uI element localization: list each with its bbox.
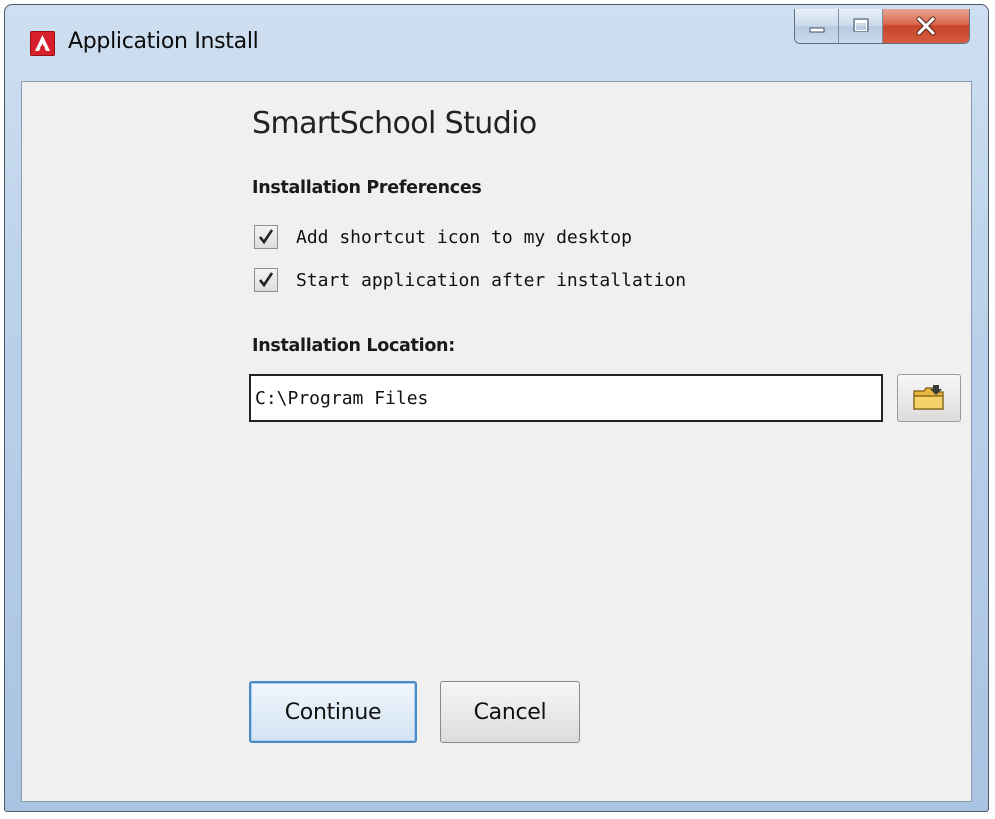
start-after-install-checkbox[interactable]: [254, 268, 278, 292]
window-title: Application Install: [68, 29, 259, 54]
folder-icon: [913, 385, 944, 410]
close-button[interactable]: [883, 9, 969, 43]
preferences-heading: Installation Preferences: [252, 178, 482, 198]
option-start-after-install[interactable]: Start application after installation: [254, 267, 686, 293]
dialog-body: SmartSchool Studio Installation Preferen…: [21, 81, 972, 802]
maximize-button[interactable]: [839, 9, 883, 43]
option-desktop-shortcut[interactable]: Add shortcut icon to my desktop: [254, 224, 632, 250]
window-controls: [794, 9, 970, 44]
browse-folder-button[interactable]: [897, 374, 961, 422]
maximize-icon: [853, 18, 869, 32]
minimize-icon: [809, 27, 825, 33]
app-name-heading: SmartSchool Studio: [252, 106, 537, 141]
installer-window: Application Install SmartSchool Studio I…: [4, 4, 989, 812]
desktop-shortcut-checkbox[interactable]: [254, 225, 278, 249]
desktop-shortcut-label: Add shortcut icon to my desktop: [296, 226, 632, 248]
start-after-install-label: Start application after installation: [296, 269, 687, 291]
location-heading: Installation Location:: [252, 336, 455, 356]
adobe-air-icon: [30, 31, 55, 56]
title-bar[interactable]: Application Install: [5, 5, 988, 81]
install-location-input[interactable]: [249, 374, 883, 422]
checkmark-icon: [258, 229, 274, 245]
cancel-button[interactable]: Cancel: [440, 681, 580, 743]
close-icon: [916, 16, 936, 36]
minimize-button[interactable]: [795, 9, 839, 43]
continue-button[interactable]: Continue: [249, 681, 417, 743]
checkmark-icon: [258, 272, 274, 288]
